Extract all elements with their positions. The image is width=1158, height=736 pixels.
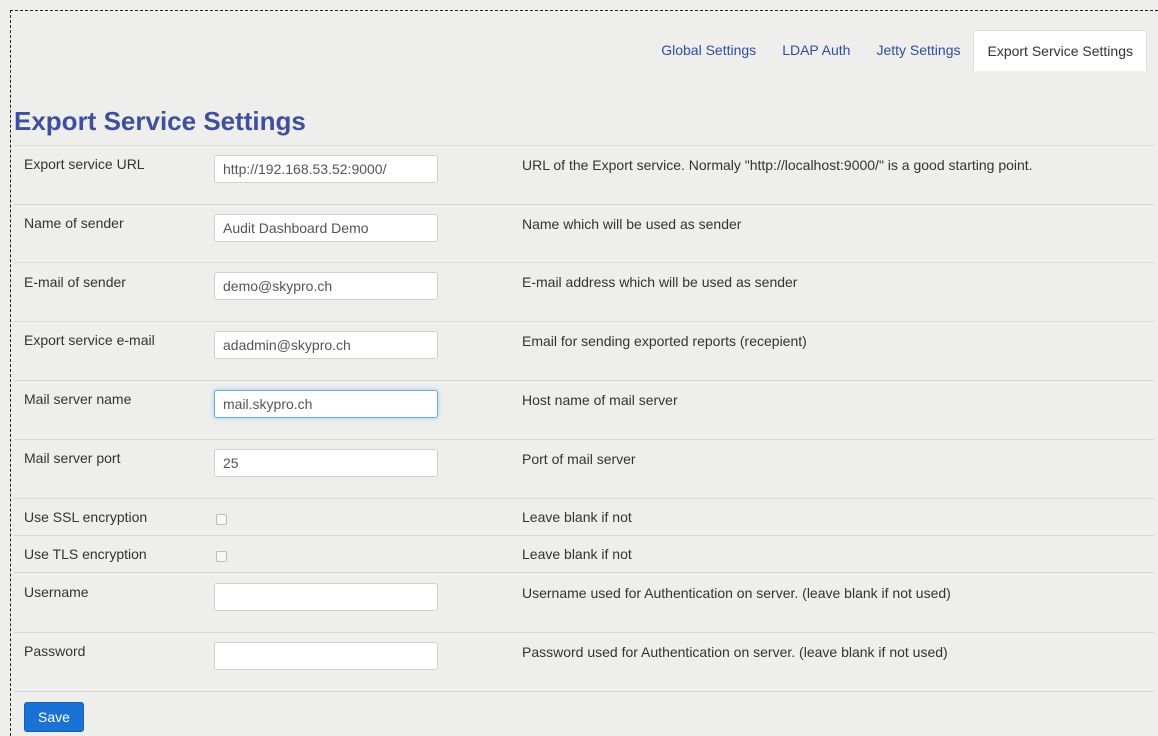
- row-username: [14, 572, 1154, 573]
- page-title: Export Service Settings: [14, 106, 306, 136]
- tab-ldap-auth[interactable]: LDAP Auth: [769, 30, 863, 71]
- row-name-of-sender: [14, 204, 1154, 205]
- tab-jetty-settings[interactable]: Jetty Settings: [863, 30, 973, 71]
- desc-name-of-sender: Name which will be used as sender: [522, 216, 742, 232]
- label-export-service-email: Export service e-mail: [24, 332, 155, 348]
- desc-mail-server-port: Port of mail server: [522, 451, 636, 467]
- row-email-of-sender: [14, 262, 1154, 263]
- tab-export-service-settings[interactable]: Export Service Settings: [973, 30, 1147, 71]
- export-service-url-input[interactable]: [214, 155, 438, 183]
- label-username: Username: [24, 584, 89, 600]
- row-mail-server-port: [14, 439, 1154, 440]
- use-ssl-checkbox[interactable]: [216, 514, 227, 525]
- desc-password: Password used for Authentication on serv…: [522, 644, 948, 660]
- row-actions: [14, 691, 1154, 692]
- desc-use-ssl: Leave blank if not: [522, 509, 632, 525]
- desc-email-of-sender: E-mail address which will be used as sen…: [522, 274, 798, 290]
- label-mail-server-name: Mail server name: [24, 391, 132, 407]
- desc-export-service-email: Email for sending exported reports (rece…: [522, 333, 807, 349]
- row-use-ssl: [14, 498, 1154, 499]
- desc-username: Username used for Authentication on serv…: [522, 585, 951, 601]
- row-mail-server-name: [14, 380, 1154, 381]
- label-mail-server-port: Mail server port: [24, 450, 121, 466]
- row-export-service-url: [14, 145, 1154, 146]
- label-password: Password: [24, 643, 86, 659]
- name-of-sender-input[interactable]: [214, 214, 438, 242]
- settings-tabs: Global Settings LDAP Auth Jetty Settings…: [648, 30, 1147, 71]
- save-button[interactable]: Save: [24, 702, 84, 732]
- export-service-email-input[interactable]: [214, 331, 438, 359]
- label-name-of-sender: Name of sender: [24, 215, 124, 231]
- tab-global-settings[interactable]: Global Settings: [648, 30, 769, 71]
- password-input[interactable]: [214, 642, 438, 670]
- mail-server-name-input[interactable]: [214, 390, 438, 418]
- use-tls-checkbox[interactable]: [216, 551, 227, 562]
- desc-mail-server-name: Host name of mail server: [522, 392, 678, 408]
- label-use-tls: Use TLS encryption: [24, 546, 147, 562]
- mail-server-port-input[interactable]: [214, 449, 438, 477]
- row-use-tls: [14, 535, 1154, 536]
- username-input[interactable]: [214, 583, 438, 611]
- desc-use-tls: Leave blank if not: [522, 546, 632, 562]
- email-of-sender-input[interactable]: [214, 272, 438, 300]
- row-password: [14, 632, 1154, 633]
- label-use-ssl: Use SSL encryption: [24, 509, 148, 525]
- label-email-of-sender: E-mail of sender: [24, 274, 126, 290]
- row-export-service-email: [14, 321, 1154, 322]
- desc-export-service-url: URL of the Export service. Normaly "http…: [522, 157, 1033, 173]
- label-export-service-url: Export service URL: [24, 156, 145, 172]
